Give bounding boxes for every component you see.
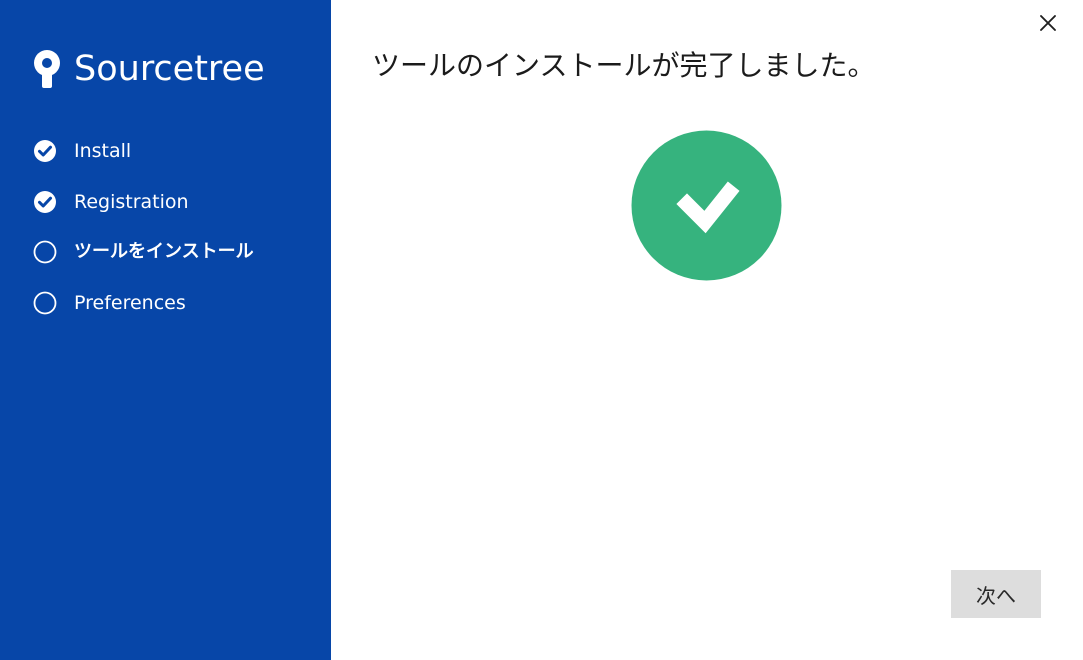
brand-name: Sourcetree (74, 49, 265, 89)
step-tools-install: ツールをインストール (33, 227, 254, 278)
step-list: Install Registration ツールをインストール Preferen… (33, 126, 254, 328)
sourcetree-logo-icon (34, 50, 60, 88)
step-install: Install (33, 126, 254, 177)
empty-circle-icon (33, 291, 57, 315)
step-label-tools-install: ツールをインストール (74, 241, 254, 263)
step-registration: Registration (33, 177, 254, 228)
check-circle-icon (34, 190, 56, 213)
step-label-install: Install (74, 140, 132, 163)
close-icon (1040, 15, 1056, 31)
close-button[interactable] (1034, 9, 1062, 37)
empty-circle-icon (33, 240, 57, 264)
check-circle-icon (34, 140, 56, 163)
success-check-icon (631, 130, 782, 281)
next-button[interactable]: 次へ (951, 570, 1041, 618)
step-label-preferences: Preferences (74, 291, 186, 314)
page-title: ツールのインストールが完了しました。 (372, 49, 876, 82)
step-label-registration: Registration (74, 190, 189, 213)
logo: Sourcetree (30, 49, 265, 89)
step-preferences: Preferences (33, 278, 254, 329)
sidebar: Sourcetree Install Registration ツールをインスト… (0, 0, 331, 660)
